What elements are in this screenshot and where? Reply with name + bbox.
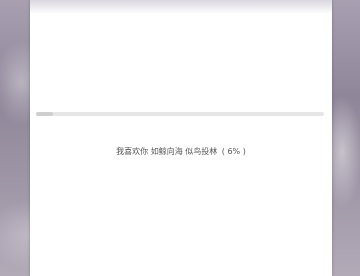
loading-panel xyxy=(30,0,332,276)
panel-top-shadow xyxy=(30,0,332,14)
loading-status: 我喜欢你 如鲸向海 似鸟投林 ( 6% ) xyxy=(30,146,332,157)
background-scenery-right xyxy=(332,0,360,276)
loading-percent: ( 6% ) xyxy=(221,147,246,156)
loading-message: 我喜欢你 如鲸向海 似鸟投林 xyxy=(116,147,218,156)
background-scenery-left xyxy=(0,0,30,276)
progress-bar-fill xyxy=(36,112,54,116)
progress-bar xyxy=(36,112,324,116)
